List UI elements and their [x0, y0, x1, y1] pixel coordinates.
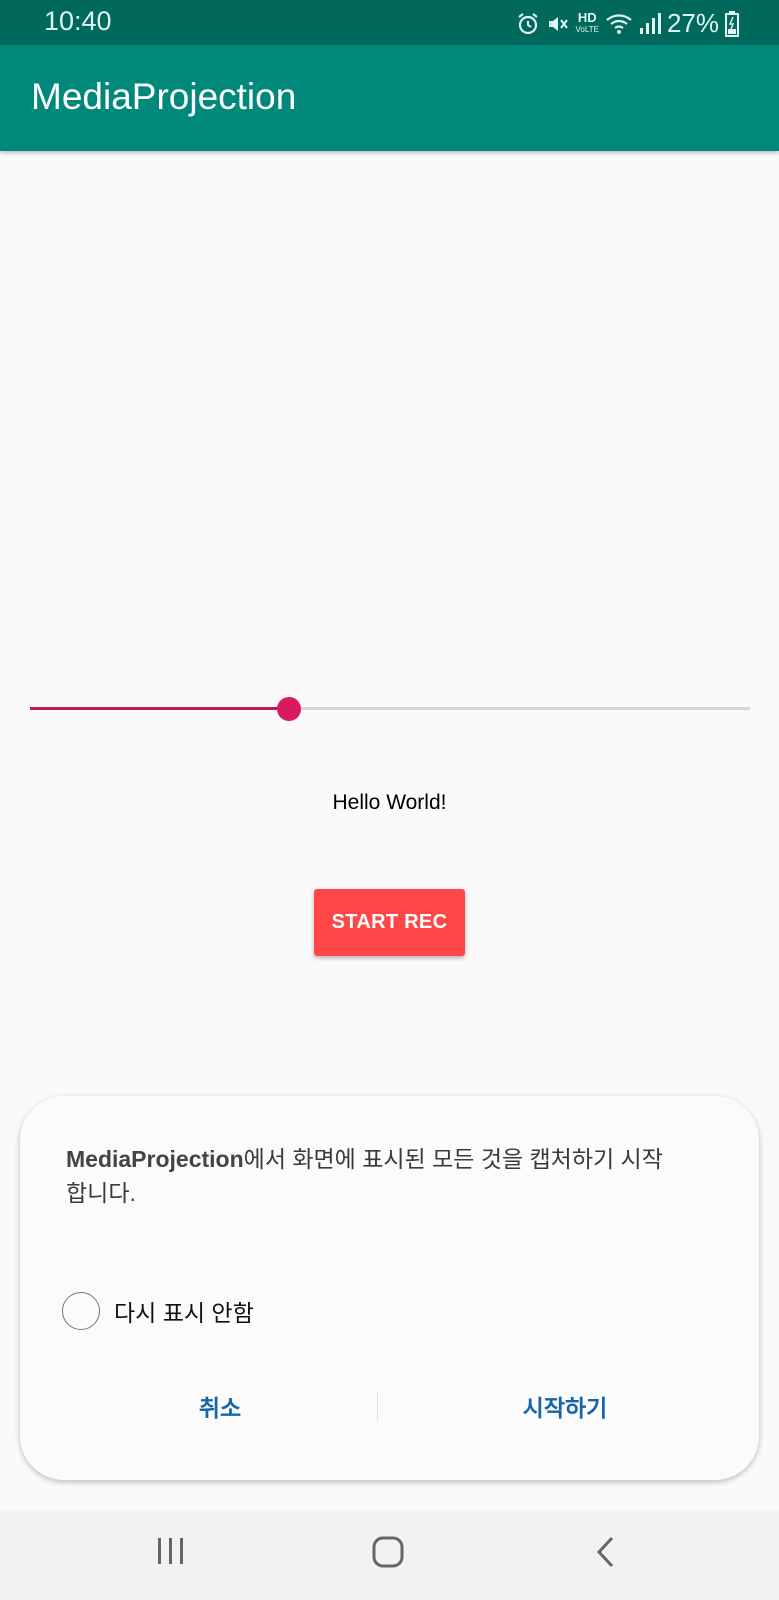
button-divider: [377, 1391, 378, 1421]
seek-slider[interactable]: [30, 694, 750, 724]
signal-icon: [639, 12, 661, 36]
navigation-bar: [0, 1510, 779, 1600]
status-time: 10:40: [44, 6, 112, 36]
dont-show-again-checkbox[interactable]: [62, 1292, 100, 1330]
wifi-icon: [605, 12, 633, 36]
home-icon[interactable]: [372, 1536, 404, 1573]
cancel-button[interactable]: 취소: [160, 1389, 280, 1423]
status-bar: 10:40 HD VoLTE 27%: [0, 0, 779, 45]
battery-percent: 27%: [666, 8, 719, 38]
app-title: MediaProjection: [31, 76, 297, 117]
mute-icon: [546, 12, 570, 36]
dont-show-again-label: 다시 표시 안함: [114, 1300, 254, 1326]
dialog-message: MediaProjection에서 화면에 표시된 모든 것을 캡처하기 시작합…: [66, 1142, 666, 1210]
battery-icon: [725, 10, 739, 37]
slider-fill: [30, 707, 290, 710]
app-bar: MediaProjection: [0, 45, 779, 151]
dialog-app-name: MediaProjection: [66, 1146, 244, 1172]
capture-permission-dialog: MediaProjection에서 화면에 표시된 모든 것을 캡처하기 시작합…: [20, 1096, 759, 1480]
start-rec-button[interactable]: START REC: [314, 889, 465, 956]
hello-text: Hello World!: [332, 791, 447, 814]
dont-show-again-row[interactable]: 다시 표시 안함: [62, 1292, 254, 1330]
alarm-icon: [516, 12, 540, 36]
start-now-button[interactable]: 시작하기: [480, 1389, 650, 1423]
status-icons: HD VoLTE 27%: [516, 8, 739, 39]
recents-icon[interactable]: [155, 1536, 187, 1571]
hd-voice-icon: HD VoLTE: [575, 9, 599, 34]
back-icon[interactable]: [594, 1536, 616, 1573]
slider-thumb[interactable]: [277, 697, 302, 721]
